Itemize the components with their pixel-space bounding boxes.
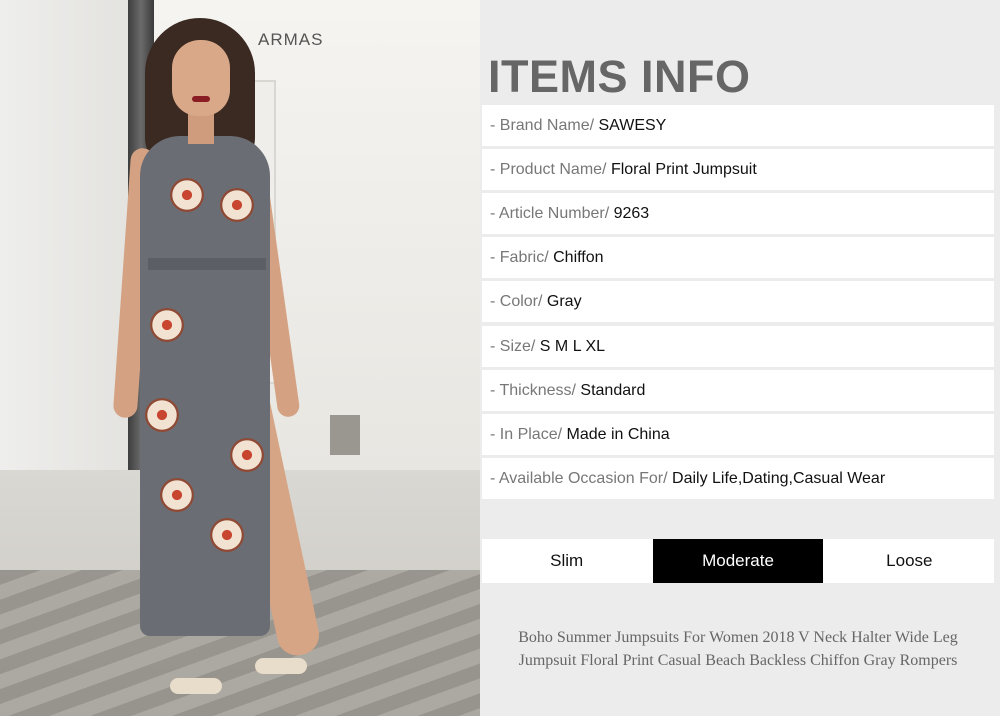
info-value: S M L XL [539, 338, 606, 355]
flower-print [210, 518, 244, 552]
info-value: Chiffon [553, 249, 604, 266]
fit-option-moderate[interactable]: Moderate [653, 539, 823, 583]
info-value: 9263 [613, 205, 650, 222]
info-key: - Thickness/ [490, 382, 581, 399]
flower-print [150, 308, 184, 342]
info-row-product-name: - Product Name/ Floral Print Jumpsuit [482, 149, 994, 190]
info-value: Standard [580, 382, 646, 399]
info-key: - Brand Name/ [490, 117, 599, 134]
info-key: - Fabric/ [490, 249, 554, 266]
info-key: - Available Occasion For/ [490, 470, 673, 487]
info-value: Floral Print Jumpsuit [610, 161, 757, 178]
model-face [172, 40, 230, 116]
fit-option-slim[interactable]: Slim [482, 539, 651, 583]
flower-print [230, 438, 264, 472]
flower-print [145, 398, 179, 432]
info-key: - Color/ [490, 293, 547, 310]
info-row-in-place: - In Place/ Made in China [482, 414, 994, 455]
sandal [255, 658, 307, 674]
info-key: - In Place/ [490, 426, 567, 443]
info-row-occasion: - Available Occasion For/ Daily Life,Dat… [482, 458, 994, 499]
info-value: SAWESY [598, 117, 667, 134]
fit-option-loose[interactable]: Loose [825, 539, 994, 583]
product-photo: ARMAS [0, 0, 480, 716]
items-info-title: ITEMS INFO [488, 51, 751, 102]
info-key: - Size/ [490, 338, 540, 355]
model-neck [188, 114, 214, 144]
sandal [170, 678, 222, 694]
info-value: Daily Life,Dating,Casual Wear [672, 470, 886, 487]
info-row-fabric: - Fabric/ Chiffon [482, 237, 994, 278]
info-row-color: - Color/ Gray [482, 281, 994, 322]
model-figure [100, 18, 360, 716]
flower-print [160, 478, 194, 512]
info-value: Made in China [566, 426, 670, 443]
model-lips [192, 96, 210, 102]
info-row-article-number: - Article Number/ 9263 [482, 193, 994, 234]
flower-print [220, 188, 254, 222]
info-key: - Article Number/ [490, 205, 614, 222]
jumpsuit-belt [148, 258, 266, 270]
info-key: - Product Name/ [490, 161, 611, 178]
items-info-panel: ITEMS INFO - Brand Name/ SAWESY - Produc… [480, 0, 1000, 716]
product-description: Boho Summer Jumpsuits For Women 2018 V N… [518, 629, 958, 669]
info-row-brand: - Brand Name/ SAWESY [482, 105, 994, 146]
flower-print [170, 178, 204, 212]
info-row-thickness: - Thickness/ Standard [482, 370, 994, 411]
info-row-size: - Size/ S M L XL [482, 326, 994, 367]
fit-selector: Slim Moderate Loose [482, 539, 994, 583]
info-value: Gray [546, 293, 582, 310]
